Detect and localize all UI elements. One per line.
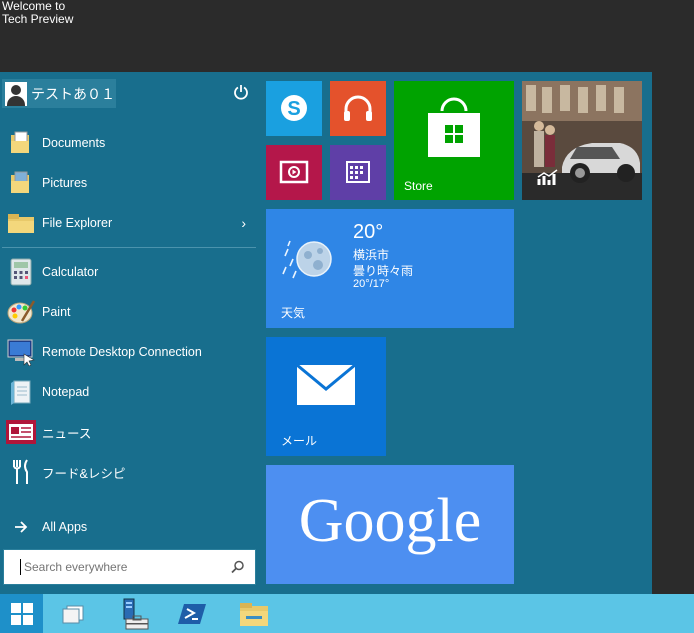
all-apps-label: All Apps [42,520,88,534]
start-item-remote-desktop[interactable]: Remote Desktop Connection [0,332,258,372]
weather-condition: 曇り時々雨 [353,264,414,278]
calculator-icon [4,255,38,289]
mail-envelope-icon [296,364,356,405]
tile-label: Store [404,179,433,193]
start-item-paint[interactable]: Paint [0,292,258,332]
task-view-icon [62,605,84,623]
file-explorer-taskbar-button[interactable] [229,594,279,633]
pictures-folder-icon [4,166,38,200]
weather-city: 横浜市 [353,248,390,262]
start-item-calculator[interactable]: Calculator [0,252,258,292]
power-icon[interactable] [233,84,249,100]
desktop-welcome-text: Welcome to Tech Preview [2,0,73,26]
tile-weather[interactable]: 20° 横浜市 曇り時々雨 20°/17° 天気 [266,209,514,328]
headphones-icon [344,95,372,121]
search-icon[interactable] [231,560,245,574]
fork-knife-icon [4,455,38,489]
tile-finance[interactable] [522,81,642,200]
tile-label: 天気 [281,306,306,320]
calendar-icon [346,161,370,183]
start-item-food-recipes[interactable]: フード&レシピ [0,452,258,492]
windows-logo-icon [10,602,33,625]
user-account-button[interactable]: テストあ０１ [2,79,116,108]
remote-desktop-icon [4,335,38,369]
avatar [5,81,27,106]
svg-text:S: S [287,98,300,120]
start-button[interactable] [0,594,43,633]
video-player-icon [279,160,309,184]
taskbar [0,594,694,633]
item-label: Documents [42,136,106,150]
start-item-file-explorer[interactable]: File Explorer › [0,203,258,243]
server-manager-icon [123,598,149,629]
item-label: フード&レシピ [42,466,126,481]
user-name: テストあ０１ [31,85,115,102]
skype-icon: S [281,95,307,121]
item-label: ニュース [42,426,92,441]
divider [2,247,256,248]
search-box[interactable] [3,549,256,585]
weather-range: 20°/17° [353,278,390,290]
tile-calendar[interactable] [330,145,386,200]
start-item-news[interactable]: ニュース [0,412,258,452]
tile-video[interactable] [266,145,322,200]
start-item-pictures[interactable]: Pictures [0,163,258,203]
tile-google[interactable]: Google [266,465,514,584]
car-photo-image [522,81,642,200]
paint-palette-icon [4,295,38,329]
all-apps-button[interactable]: All Apps [0,507,258,547]
item-label: Pictures [42,176,88,190]
start-item-documents[interactable]: Documents [0,123,258,163]
start-left-pane: テストあ０１ Documents Pictures File Explorer … [0,72,262,594]
chevron-right-icon[interactable]: › [241,215,246,231]
weather-temperature: 20° [353,221,384,243]
item-label: File Explorer [42,216,113,230]
cloudy-rain-weather-icon [282,240,332,279]
task-view-button[interactable] [48,594,98,633]
start-item-notepad[interactable]: Notepad [0,372,258,412]
folder-icon [240,602,268,626]
google-logo: Google [298,487,482,555]
tile-skype[interactable]: S [266,81,322,136]
item-label: Calculator [42,265,99,279]
news-icon [4,415,38,449]
tile-music[interactable] [330,81,386,136]
welcome-line-2: Tech Preview [2,12,74,26]
item-label: Remote Desktop Connection [42,345,202,359]
item-label: Notepad [42,385,90,399]
start-menu: テストあ０１ Documents Pictures File Explorer … [0,72,652,594]
server-manager-button[interactable] [108,594,158,633]
file-explorer-icon [4,206,38,240]
search-input[interactable] [20,559,226,575]
tile-label: メール [281,434,318,448]
documents-folder-icon [4,126,38,160]
notepad-icon [4,375,38,409]
powershell-icon [178,603,206,624]
tile-store[interactable]: Store [394,81,514,200]
tile-mail[interactable]: メール [266,337,386,456]
item-label: Paint [42,305,71,319]
powershell-button[interactable] [168,594,218,633]
arrow-right-icon [4,510,38,544]
